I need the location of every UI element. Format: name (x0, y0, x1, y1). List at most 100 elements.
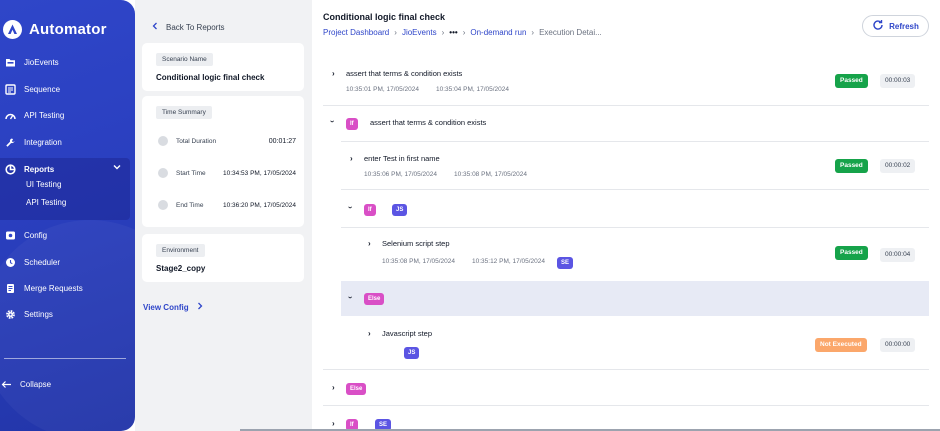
breadcrumb-more[interactable]: ••• (449, 28, 457, 37)
merge-icon (5, 283, 16, 294)
gear-icon (5, 309, 16, 320)
sidebar-item-reports[interactable]: Reports (5, 162, 54, 176)
row-divider (341, 141, 929, 142)
chevron-left-icon (152, 22, 158, 32)
sidebar-item-config[interactable]: Config (5, 228, 47, 242)
collapse-chevron-icon[interactable]: › (346, 206, 355, 209)
refresh-label: Refresh (889, 21, 919, 31)
sidebar-item-label: Settings (24, 309, 53, 319)
step-title: assert that terms & condition exists (346, 69, 463, 78)
expand-chevron-icon[interactable]: › (332, 69, 335, 78)
collapse-button[interactable]: Collapse (1, 377, 51, 391)
collapse-chevron-icon[interactable]: › (328, 120, 337, 123)
sidebar-item-label: Config (24, 230, 48, 240)
collapse-label: Collapse (20, 379, 52, 389)
time-summary-card: Time Summary Total Duration 00:01:27 Sta… (142, 96, 304, 227)
row-divider (323, 105, 929, 106)
total-duration-value: 00:01:27 (268, 137, 296, 145)
duration-badge: 00:00:04 (880, 248, 916, 262)
back-to-reports-link[interactable]: Back To Reports (152, 22, 225, 32)
start-time-label: Start Time (176, 169, 206, 177)
sidebar-item-label: Merge Requests (24, 283, 83, 293)
else-row-highlight[interactable] (341, 281, 929, 316)
expand-chevron-icon[interactable]: › (368, 239, 371, 248)
else-badge: Else (346, 383, 367, 395)
duration-badge: 00:00:00 (880, 338, 916, 352)
scenario-card: Scenario Name Conditional logic final ch… (142, 43, 304, 91)
sidebar-item-scheduler[interactable]: Scheduler (5, 255, 60, 269)
step-start-time: 10:35:06 PM, 17/05/2024 (364, 171, 438, 178)
expand-chevron-icon[interactable]: › (350, 154, 353, 163)
sidebar-item-api-testing[interactable]: API Testing (5, 108, 64, 122)
execution-details (312, 0, 940, 431)
scenario-value: Conditional logic final check (156, 73, 265, 82)
start-time-value: 10:34:53 PM, 17/05/2024 (222, 169, 296, 177)
sidebar-subitem-api-testing[interactable]: API Testing (26, 198, 66, 207)
sequence-icon (5, 83, 16, 95)
sidebar-item-sequence[interactable]: Sequence (5, 82, 60, 96)
reports-icon (5, 163, 16, 175)
breadcrumb: Project Dashboard › JioEvents › ••• › On… (323, 28, 602, 37)
sidebar-subitem-ui-testing[interactable]: UI Testing (26, 180, 61, 189)
environment-card: Environment Stage2_copy (142, 234, 304, 282)
expand-chevron-icon[interactable]: › (368, 329, 371, 338)
scenario-tag: Scenario Name (156, 53, 213, 66)
refresh-button[interactable]: Refresh (862, 15, 929, 37)
row-divider (323, 369, 929, 370)
arrow-left-icon (1, 379, 12, 390)
duration-badge: 00:00:02 (880, 159, 916, 173)
step-title: Selenium script step (382, 239, 450, 248)
config-icon (5, 230, 16, 241)
row-divider (341, 189, 929, 190)
sidebar: Automator JioEvents Sequence API Testing… (0, 0, 135, 431)
refresh-icon (872, 19, 884, 33)
expand-chevron-icon[interactable]: › (332, 383, 335, 392)
else-badge: Else (364, 293, 385, 305)
folder-icon (5, 57, 16, 68)
step-end-time: 10:35:12 PM, 17/05/2024 (472, 258, 546, 265)
end-time-row: End Time 10:36:20 PM, 17/05/2024 (158, 200, 296, 210)
breadcrumb-current: Execution Detai... (539, 28, 602, 37)
clock-icon (5, 257, 16, 268)
sidebar-item-merge-requests[interactable]: Merge Requests (5, 281, 83, 295)
time-summary-tag: Time Summary (156, 106, 212, 119)
total-duration-row: Total Duration 00:01:27 (158, 136, 296, 146)
breadcrumb-project-dashboard[interactable]: Project Dashboard (323, 28, 389, 37)
view-config-label: View Config (143, 302, 189, 312)
row-divider (341, 227, 929, 228)
step-title: enter Test in first name (364, 154, 440, 163)
total-duration-label: Total Duration (176, 137, 217, 145)
breadcrumb-on-demand-run[interactable]: On-demand run (470, 28, 526, 37)
step-title: Javascript step (382, 329, 433, 338)
back-label: Back To Reports (166, 22, 225, 32)
view-config-link[interactable]: View Config (143, 302, 203, 312)
logo[interactable]: Automator (3, 20, 107, 39)
step-start-time: 10:35:01 PM, 17/05/2024 (346, 86, 420, 93)
sidebar-item-settings[interactable]: Settings (5, 307, 53, 321)
environment-value: Stage2_copy (156, 264, 206, 273)
start-time-icon (158, 168, 168, 178)
app-name: Automator (29, 21, 107, 38)
step-start-time: 10:35:08 PM, 17/05/2024 (382, 258, 456, 265)
if-badge: If (364, 204, 376, 216)
duration-badge: 00:00:03 (880, 74, 916, 88)
wrench-icon (5, 137, 16, 148)
sidebar-item-label: JioEvents (24, 57, 59, 67)
start-time-row: Start Time 10:34:53 PM, 17/05/2024 (158, 168, 296, 178)
sidebar-item-integration[interactable]: Integration (5, 135, 62, 149)
sidebar-item-jioevents[interactable]: JioEvents (5, 55, 59, 69)
chevron-down-icon[interactable] (113, 163, 121, 172)
end-time-label: End Time (176, 201, 204, 209)
step-end-time: 10:35:04 PM, 17/05/2024 (436, 86, 510, 93)
collapse-chevron-icon[interactable]: › (346, 296, 355, 299)
js-badge: JS (392, 204, 408, 216)
expand-chevron-icon[interactable]: › (332, 419, 335, 428)
se-badge: SE (557, 257, 574, 269)
sidebar-item-label: Scheduler (24, 257, 61, 267)
row-divider (323, 405, 929, 406)
chevron-right-icon: › (462, 28, 466, 37)
breadcrumb-jioevents[interactable]: JioEvents (402, 28, 437, 37)
end-time-value: 10:36:20 PM, 17/05/2024 (222, 201, 296, 209)
chevron-right-icon (197, 302, 203, 312)
step-title: assert that terms & condition exists (370, 118, 487, 127)
